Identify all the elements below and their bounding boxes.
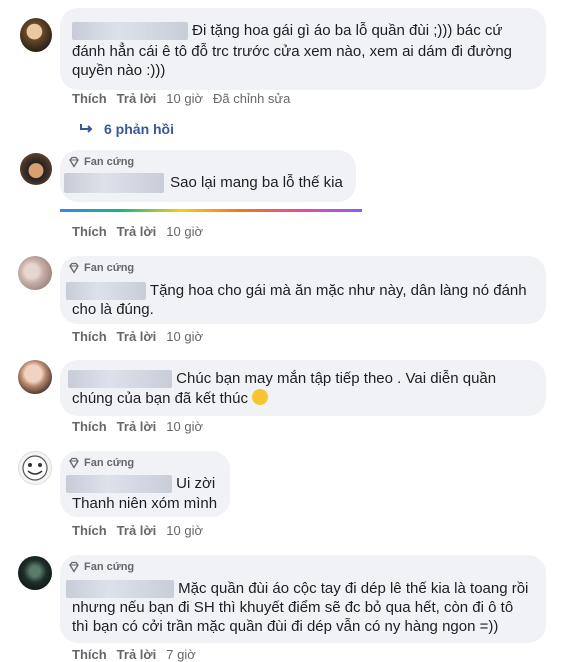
comment-bubble: Fan cứng Sao lại mang ba lỗ thế kia	[60, 150, 356, 202]
comment-text: nhưng nếu bạn đi SH thì khuyết điểm sẽ đ…	[72, 599, 514, 616]
comment-text: Đi tặng hoa gái gì áo ba lỗ quần đùi ;))…	[192, 22, 503, 39]
comment-text: đánh hẳn cái ê tô đỗ trc trước cửa xem n…	[72, 43, 513, 60]
comment-text: quyền nào :)))	[72, 62, 166, 79]
diamond-icon	[69, 457, 79, 469]
like-link[interactable]: Thích	[72, 224, 107, 239]
reply-link[interactable]: Trả lời	[117, 329, 157, 344]
blurred-username	[66, 282, 146, 301]
reply-link[interactable]: Trả lời	[117, 419, 157, 434]
timestamp[interactable]: 10 giờ	[166, 91, 203, 106]
comment-bubble: Fan cứng Ui zời Thanh niên xóm mình	[60, 451, 230, 517]
blurred-username	[66, 580, 174, 599]
blurred-username	[66, 475, 172, 494]
like-link[interactable]: Thích	[72, 329, 107, 344]
edited-label: Đã chỉnh sửa	[212, 91, 291, 106]
comment-bubble: Fan cứng Mặc quần đùi áo cộc tay đi dép …	[60, 555, 546, 643]
comment-bubble: Fan cứng Tặng hoa cho gái mà ăn mặc như …	[60, 256, 546, 324]
avatar[interactable]	[20, 18, 52, 52]
avatar[interactable]	[18, 556, 52, 590]
diamond-icon	[69, 561, 79, 573]
comment-text: Mặc quần đùi áo cộc tay đi dép lê thế ki…	[178, 580, 529, 597]
comment-text: cho là đúng.	[72, 301, 154, 318]
comment-text: chúng của bạn đã kết thúc	[72, 390, 248, 407]
timestamp[interactable]: 10 giờ	[166, 224, 203, 239]
avatar[interactable]	[18, 360, 52, 394]
like-link[interactable]: Thích	[72, 419, 107, 434]
fan-badge: Fan cứng	[68, 561, 134, 573]
comment-text: Chúc bạn may mắn tập tiếp theo . Vai diễ…	[176, 370, 497, 387]
reply-link[interactable]: Trả lời	[117, 224, 157, 239]
gradient-divider	[60, 209, 362, 212]
fan-badge: Fan cứng	[68, 457, 134, 469]
avatar[interactable]	[20, 153, 52, 185]
meme-face-icon	[22, 455, 48, 481]
fan-badge: Fan cứng	[68, 156, 134, 168]
replies-count: 6 phản hồi	[104, 121, 174, 137]
avatar[interactable]	[18, 256, 52, 290]
reply-arrow-icon	[80, 124, 93, 133]
view-replies-link[interactable]: 6 phản hồi	[80, 121, 174, 137]
timestamp[interactable]: 10 giờ	[166, 523, 203, 538]
smile-emoji-icon: 🙂	[252, 389, 269, 405]
comment-text: thì bạn có cởi trần mặc quần đùi đi dép …	[72, 618, 499, 635]
reply-link[interactable]: Trả lời	[117, 91, 157, 106]
comment-text: Thanh niên xóm mình	[72, 495, 218, 512]
like-link[interactable]: Thích	[72, 523, 107, 538]
timestamp[interactable]: 10 giờ	[166, 419, 203, 434]
comment-bubble: Chúc bạn may mắn tập tiếp theo . Vai diễ…	[60, 360, 546, 416]
fan-badge: Fan cứng	[68, 262, 134, 274]
reply-link[interactable]: Trả lời	[117, 523, 157, 538]
like-link[interactable]: Thích	[72, 91, 107, 106]
blurred-username	[68, 370, 172, 389]
timestamp[interactable]: 10 giờ	[166, 329, 203, 344]
blurred-username	[72, 22, 188, 41]
comment-bubble: Đi tặng hoa gái gì áo ba lỗ quần đùi ;))…	[60, 8, 546, 90]
diamond-icon	[69, 156, 79, 168]
diamond-icon	[69, 262, 79, 274]
comment-text: Ui zời	[176, 475, 216, 492]
comment-text: Tặng hoa cho gái mà ăn mặc như này, dân …	[149, 282, 527, 299]
avatar[interactable]	[18, 451, 52, 485]
comment-text: Sao lại mang ba lỗ thế kia	[170, 174, 343, 191]
blurred-username	[64, 173, 164, 194]
